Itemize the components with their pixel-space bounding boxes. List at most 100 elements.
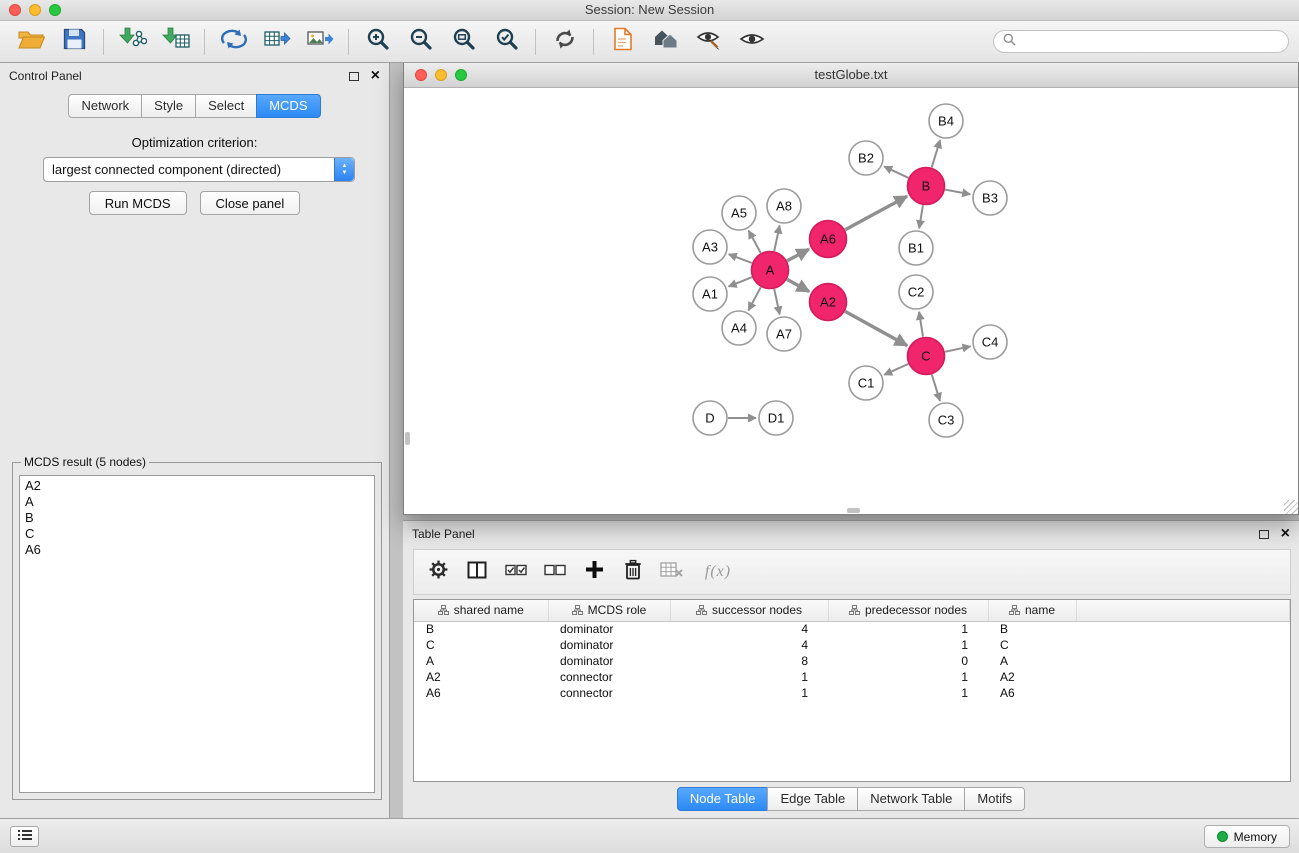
table-cell[interactable]: C	[414, 637, 548, 653]
resize-grip[interactable]	[1284, 500, 1298, 514]
select-all-button[interactable]	[505, 560, 527, 584]
result-list-item[interactable]: B	[25, 510, 369, 526]
graph-node-B1[interactable]: B1	[899, 231, 933, 265]
table-row[interactable]: Bdominator41B	[414, 621, 1290, 637]
column-header-shared-name[interactable]: shared name	[414, 600, 548, 621]
graph-edge-A-A8[interactable]	[774, 226, 780, 252]
graph-node-A6[interactable]: A6	[810, 221, 847, 258]
close-window-button[interactable]	[9, 4, 21, 16]
search-input[interactable]	[1021, 35, 1279, 49]
toggle-view-button[interactable]	[730, 25, 773, 59]
graph-edge-C-C1[interactable]	[884, 364, 908, 375]
graph-node-D[interactable]: D	[693, 401, 727, 435]
graph-node-A1[interactable]: A1	[693, 277, 727, 311]
graph-node-C1[interactable]: C1	[849, 366, 883, 400]
table-cell[interactable]: 1	[670, 669, 828, 685]
close-panel-button[interactable]: Close panel	[200, 191, 301, 215]
float-panel-icon[interactable]	[349, 72, 359, 81]
tab-motifs[interactable]: Motifs	[964, 787, 1025, 811]
open-session-button[interactable]	[10, 25, 53, 59]
table-cell[interactable]: A6	[414, 685, 548, 701]
tab-select[interactable]: Select	[195, 94, 257, 118]
save-session-button[interactable]	[53, 25, 96, 59]
graph-node-A[interactable]: A	[752, 252, 789, 289]
optimization-dropdown[interactable]: largest connected component (directed) ▲…	[43, 157, 355, 182]
table-cell[interactable]: C	[988, 637, 1076, 653]
memory-button[interactable]: Memory	[1204, 825, 1290, 848]
column-header-name[interactable]: name	[988, 600, 1076, 621]
column-header-predecessor-nodes[interactable]: predecessor nodes	[828, 600, 988, 621]
graph-node-B[interactable]: B	[908, 168, 945, 205]
graph-node-C4[interactable]: C4	[973, 325, 1007, 359]
column-header-mcds-role[interactable]: MCDS role	[548, 600, 670, 621]
deselect-all-button[interactable]	[544, 560, 566, 584]
graph-edge-A2-C[interactable]	[845, 311, 907, 345]
network-canvas[interactable]: B4B2BB3A5A8A6A3B1AC2A1A2A4A7C4CC1C3DD1	[404, 89, 1298, 514]
graph-edge-A6-B[interactable]	[845, 196, 907, 230]
result-list-item[interactable]: A2	[25, 478, 369, 494]
graph-node-D1[interactable]: D1	[759, 401, 793, 435]
zoom-window-button[interactable]	[49, 4, 61, 16]
table-cell[interactable]: connector	[548, 685, 670, 701]
graph-node-C[interactable]: C	[908, 338, 945, 375]
graph-edge-A-A4[interactable]	[748, 287, 760, 310]
export-network-button[interactable]	[212, 25, 255, 59]
graph-node-C3[interactable]: C3	[929, 403, 963, 437]
tab-style[interactable]: Style	[141, 94, 196, 118]
column-header-successor-nodes[interactable]: successor nodes	[670, 600, 828, 621]
float-table-panel-icon[interactable]	[1259, 530, 1269, 539]
tab-network-table[interactable]: Network Table	[857, 787, 965, 811]
graph-node-A5[interactable]: A5	[722, 196, 756, 230]
graph-edge-B-B3[interactable]	[945, 190, 970, 195]
table-cell[interactable]: A	[414, 653, 548, 669]
result-list-item[interactable]: A6	[25, 542, 369, 558]
table-settings-button[interactable]	[427, 560, 449, 584]
graph-node-A4[interactable]: A4	[722, 311, 756, 345]
add-column-button[interactable]	[583, 560, 605, 584]
minimize-network-window-button[interactable]	[435, 69, 447, 81]
table-row[interactable]: A2connector11A2	[414, 669, 1290, 685]
graph-edge-A-A6[interactable]	[787, 249, 809, 261]
graph-edge-A-A3[interactable]	[729, 254, 752, 263]
go-home-button[interactable]	[644, 25, 687, 59]
table-cell[interactable]: 4	[670, 621, 828, 637]
graph-node-A7[interactable]: A7	[767, 317, 801, 351]
graph-edge-B-B1[interactable]	[919, 205, 923, 228]
search-box[interactable]	[993, 30, 1289, 53]
zoom-selected-button[interactable]	[485, 25, 528, 59]
tab-mcds[interactable]: MCDS	[256, 94, 320, 118]
task-history-button[interactable]	[10, 826, 39, 847]
table-cell[interactable]: dominator	[548, 637, 670, 653]
table-cell[interactable]: 1	[828, 669, 988, 685]
network-graph[interactable]: B4B2BB3A5A8A6A3B1AC2A1A2A4A7C4CC1C3DD1	[404, 89, 1298, 514]
graph-node-A3[interactable]: A3	[693, 230, 727, 264]
table-cell[interactable]: A2	[414, 669, 548, 685]
close-table-panel-icon[interactable]: ×	[1281, 527, 1290, 541]
graph-edge-B-B2[interactable]	[884, 167, 908, 178]
open-document-button[interactable]	[601, 25, 644, 59]
apply-function-button[interactable]: f(x)	[700, 560, 736, 584]
table-cell[interactable]: A6	[988, 685, 1076, 701]
mcds-result-list[interactable]: A2ABCA6	[19, 475, 375, 793]
delete-table-button[interactable]	[661, 560, 683, 584]
table-row[interactable]: A6connector11A6	[414, 685, 1290, 701]
network-window-titlebar[interactable]: testGlobe.txt	[404, 63, 1298, 88]
graph-edge-C-C4[interactable]	[945, 346, 971, 352]
table-cell[interactable]: connector	[548, 669, 670, 685]
close-panel-icon[interactable]: ×	[371, 69, 380, 83]
graph-node-A8[interactable]: A8	[767, 189, 801, 223]
result-list-item[interactable]: A	[25, 494, 369, 510]
table-cell[interactable]: 8	[670, 653, 828, 669]
close-network-window-button[interactable]	[415, 69, 427, 81]
table-cell[interactable]: 1	[828, 621, 988, 637]
graph-node-B3[interactable]: B3	[973, 181, 1007, 215]
tab-edge-table[interactable]: Edge Table	[767, 787, 858, 811]
graph-node-B2[interactable]: B2	[849, 141, 883, 175]
graphics-details-button[interactable]	[687, 25, 730, 59]
table-cell[interactable]: A	[988, 653, 1076, 669]
import-table-button[interactable]	[154, 25, 197, 59]
export-table-button[interactable]	[255, 25, 298, 59]
run-mcds-button[interactable]: Run MCDS	[89, 191, 187, 215]
zoom-in-button[interactable]	[356, 25, 399, 59]
zoom-network-window-button[interactable]	[455, 69, 467, 81]
